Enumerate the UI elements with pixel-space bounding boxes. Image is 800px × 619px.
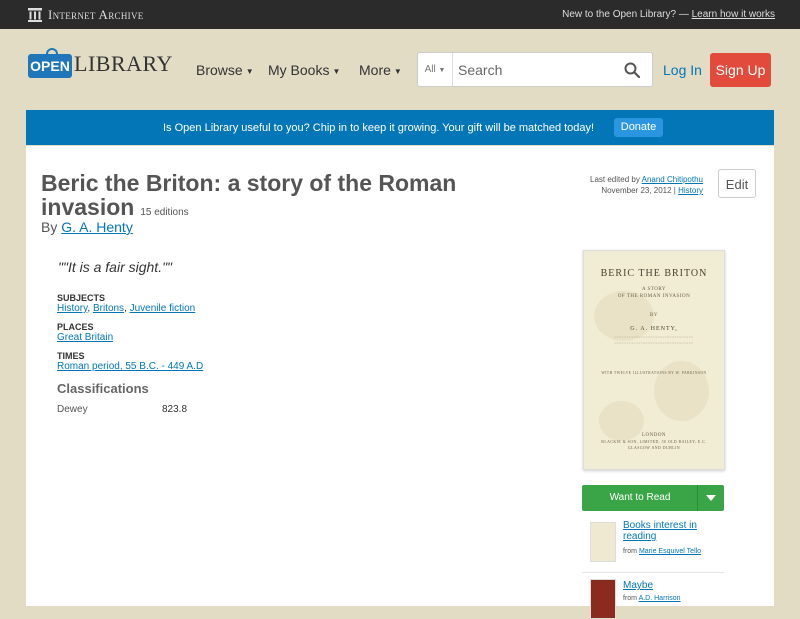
search-input[interactable] [456, 59, 610, 81]
cover-illustrations: WITH TWELVE ILLUSTRATIONS BY W. PARKINSO… [601, 371, 707, 375]
donate-button[interactable]: Donate [614, 118, 663, 137]
login-link[interactable]: Log In [663, 62, 702, 78]
cover-publisher-city: GLASGOW AND DUBLIN [627, 446, 681, 450]
list-from-label: from [623, 548, 637, 555]
times-heading: TIMES [57, 351, 85, 361]
subject-link[interactable]: Britons [93, 303, 124, 314]
cover-author-note: ~~~~~~~~~~~~~~~~~~~~~~~~~~~~~~~~~ [614, 335, 694, 339]
donate-banner: Is Open Library useful to you? Chip in t… [26, 110, 774, 145]
list-owner: from Marie Esquivel Tello [623, 548, 701, 555]
donate-message: Is Open Library useful to you? Chip in t… [163, 122, 595, 134]
new-user-text: New to the Open Library? — [562, 9, 689, 20]
list-item: Maybe from A.D. Harrison [582, 572, 724, 619]
book-cover[interactable]: BERIC THE BRITON A STORY OF THE ROMAN IN… [583, 250, 725, 470]
book-title-block: Beric the Briton: a story of the Roman i… [41, 171, 511, 225]
list-cover-thumbnail[interactable] [590, 522, 616, 562]
nav-more-label: More [359, 62, 391, 78]
list-name-link[interactable]: Maybe [623, 580, 723, 591]
internet-archive-label: Internet Archive [48, 7, 144, 22]
search-box: All ▼ [417, 52, 653, 87]
internet-archive-bar: Internet Archive New to the Open Library… [0, 0, 800, 29]
edit-button[interactable]: Edit [718, 169, 756, 198]
archive-building-icon [28, 8, 42, 22]
internet-archive-logo[interactable]: Internet Archive [28, 7, 144, 23]
place-link[interactable]: Great Britain [57, 332, 113, 343]
nav-my-books-label: My Books [268, 62, 330, 78]
last-edited-date: November 23, 2012 [601, 186, 672, 195]
subjects-section: SUBJECTS History, Britons, Juvenile fict… [57, 293, 196, 314]
list-owner-link[interactable]: Marie Esquivel Tello [639, 548, 701, 555]
reading-status-dropdown[interactable] [697, 485, 724, 511]
list-from-label: from [623, 595, 637, 602]
want-to-read-button[interactable]: Want to Read [582, 485, 724, 511]
search-scope-label: All [424, 64, 436, 75]
logo-open-sign: OPEN [28, 54, 72, 78]
caret-down-icon: ▼ [438, 67, 446, 74]
first-sentence-quote: ""It is a fair sight."" [58, 259, 173, 275]
cover-author-note: ~~~~~~~~~~~~~~~~~~~~~~~~~~~~~~~~~ [614, 341, 694, 345]
new-user-notice: New to the Open Library? — Learn how it … [562, 9, 775, 20]
editor-link[interactable]: Anand Chitipothu [642, 175, 703, 184]
cover-subtitle: OF THE ROMAN INVASION [617, 294, 691, 299]
book-page-panel: Beric the Briton: a story of the Roman i… [26, 146, 774, 619]
by-label: By [41, 219, 58, 235]
nav-browse[interactable]: Browse ▼ [196, 62, 254, 78]
cover-stain [654, 361, 709, 421]
places-section: PLACES Great Britain [57, 322, 113, 343]
search-icon[interactable] [624, 62, 640, 78]
cover-publisher: BLACKIE & SON, LIMITED, 50 OLD BAILEY, E… [601, 440, 707, 444]
cover-subtitle: A STORY [641, 287, 667, 292]
list-name-link[interactable]: Books interest in reading [623, 520, 723, 542]
caret-down-icon: ▼ [393, 66, 402, 76]
author-link[interactable]: G. A. Henty [61, 219, 133, 235]
book-title: Beric the Briton: a story of the Roman i… [41, 170, 457, 220]
want-to-read-label: Want to Read [609, 492, 671, 503]
nav-my-books[interactable]: My Books ▼ [268, 62, 340, 78]
byline: By G. A. Henty [41, 219, 133, 235]
signup-button[interactable]: Sign Up [710, 53, 771, 87]
list-owner: from A.D. Harrison [623, 595, 681, 602]
times-section: TIMES Roman period, 55 B.C. - 449 A.D [57, 351, 203, 372]
caret-down-icon: ▼ [245, 66, 254, 76]
list-item: Books interest in reading from Marie Esq… [582, 518, 724, 566]
nav-browse-label: Browse [196, 62, 243, 78]
list-cover-thumbnail[interactable] [590, 579, 616, 619]
editions-count[interactable]: 15 editions [140, 207, 188, 218]
cover-title: BERIC THE BRITON [600, 268, 708, 279]
list-owner-link[interactable]: A.D. Harrison [639, 595, 681, 602]
caret-down-icon [706, 495, 716, 501]
logo-library-text: LIBRARY [74, 51, 173, 76]
search-scope-select[interactable]: All ▼ [418, 53, 453, 86]
cover-city: LONDON [641, 433, 667, 438]
places-heading: PLACES [57, 322, 94, 332]
subject-link[interactable]: History [57, 303, 87, 314]
dewey-label: Dewey [57, 404, 88, 415]
nav-more[interactable]: More ▼ [359, 62, 402, 78]
classifications-heading: Classifications [57, 381, 149, 396]
history-link[interactable]: History [678, 186, 703, 195]
subjects-heading: SUBJECTS [57, 293, 106, 303]
last-edited-label: Last edited by [590, 175, 640, 184]
learn-how-link[interactable]: Learn how it works [692, 9, 775, 20]
subject-link[interactable]: Juvenile fiction [130, 303, 196, 314]
last-edited-info: Last edited by Anand Chitipothu November… [590, 175, 703, 195]
cover-by: BY [650, 313, 658, 318]
cover-author: G. A. HENTY, [630, 326, 678, 332]
time-link[interactable]: Roman period, 55 B.C. - 449 A.D [57, 361, 203, 372]
dewey-value: 823.8 [162, 404, 188, 415]
caret-down-icon: ▼ [332, 66, 341, 76]
